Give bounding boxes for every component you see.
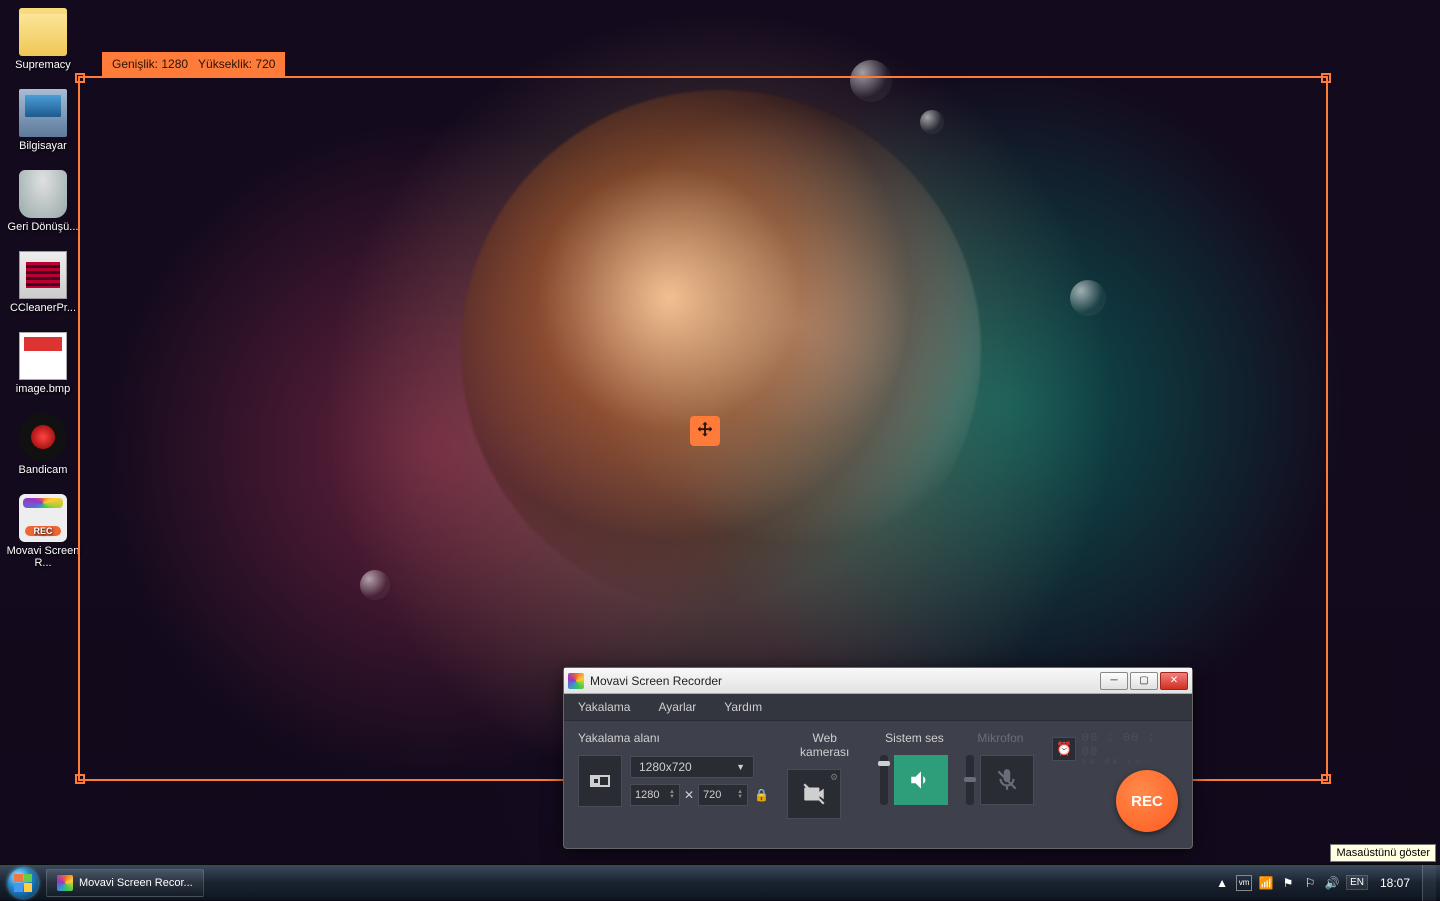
- icon-label: Supremacy: [6, 59, 80, 71]
- system-audio-slider[interactable]: [880, 755, 888, 805]
- icon-label: Movavi Screen R...: [6, 545, 80, 569]
- resize-handle-tr[interactable]: [1321, 73, 1331, 83]
- fullscreen-button[interactable]: [578, 755, 622, 807]
- menu-ayarlar[interactable]: Ayarlar: [658, 700, 696, 714]
- tray-vm-icon[interactable]: vm: [1236, 875, 1252, 891]
- resize-handle-tl[interactable]: [75, 73, 85, 83]
- width-input[interactable]: 1280▲▼: [630, 784, 680, 806]
- move-handle[interactable]: [690, 416, 720, 446]
- dimension-separator: ✕: [684, 788, 694, 802]
- icon-label: Geri Dönüşü...: [6, 221, 80, 233]
- icon-label: CCleanerPr...: [6, 302, 80, 314]
- window-title: Movavi Screen Recorder: [590, 674, 1100, 688]
- width-label: Genişlik: 1280: [112, 57, 188, 71]
- movavi-window: Movavi Screen Recorder ─ ▢ ✕ Yakalama Aya…: [563, 667, 1193, 849]
- system-audio-label: Sistem ses: [880, 731, 948, 745]
- image-bmp-icon: [19, 332, 67, 380]
- language-indicator[interactable]: EN: [1346, 875, 1368, 890]
- computer-icon-icon: [19, 89, 67, 137]
- titlebar[interactable]: Movavi Screen Recorder ─ ▢ ✕: [564, 668, 1192, 694]
- taskbar-clock[interactable]: 18:07: [1374, 876, 1416, 890]
- dropdown-icon: ▼: [736, 762, 745, 772]
- icon-label: image.bmp: [6, 383, 80, 395]
- schedule-button[interactable]: ⏰: [1052, 737, 1075, 761]
- maximize-button[interactable]: ▢: [1130, 672, 1158, 690]
- microphone-toggle[interactable]: [980, 755, 1034, 805]
- bandicam-shortcut[interactable]: Bandicam: [6, 413, 80, 476]
- bandicam-shortcut-icon: [19, 413, 67, 461]
- taskbar-item-label: Movavi Screen Recor...: [79, 877, 193, 889]
- timer-units: sa dk sn: [1082, 757, 1178, 766]
- gear-icon[interactable]: ⚙: [830, 772, 838, 783]
- system-audio-toggle[interactable]: [894, 755, 948, 805]
- webcam-label: Web kamerası: [787, 731, 862, 759]
- tray-security-icon[interactable]: ⚑: [1280, 875, 1296, 891]
- icon-label: Bandicam: [6, 464, 80, 476]
- recycle-bin-icon: [19, 170, 67, 218]
- computer-icon[interactable]: Bilgisayar: [6, 89, 80, 152]
- image-bmp[interactable]: image.bmp: [6, 332, 80, 395]
- capture-area-label: Yakalama alanı: [578, 731, 769, 745]
- movavi-shortcut[interactable]: Movavi Screen R...: [6, 494, 80, 569]
- timer-display: 00 : 00 : 00: [1082, 731, 1178, 759]
- height-label: Yükseklik: 720: [198, 57, 275, 71]
- taskbar-item-movavi[interactable]: Movavi Screen Recor...: [46, 869, 204, 897]
- ccleaner-archive-icon: [19, 251, 67, 299]
- tray-chevron-icon[interactable]: ▲: [1214, 875, 1230, 891]
- height-input[interactable]: 720▲▼: [698, 784, 748, 806]
- icon-label: Bilgisayar: [6, 140, 80, 152]
- aspect-lock-icon[interactable]: 🔒: [754, 788, 769, 802]
- dimension-badge: Genişlik: 1280 Yükseklik: 720: [102, 52, 285, 76]
- preset-value: 1280x720: [639, 760, 692, 774]
- microphone-slider[interactable]: [966, 755, 974, 805]
- folder-supremacy-icon: [19, 8, 67, 56]
- menu-yardım[interactable]: Yardım: [724, 700, 762, 714]
- show-desktop-tooltip: Masaüstünü göster: [1330, 844, 1436, 862]
- taskbar: Movavi Screen Recor... ▲ vm 📶 ⚑ ⚐ 🔊 EN 1…: [0, 864, 1440, 900]
- desktop-icons: Supremacy Bilgisayar Geri Dönüşü... CCleane…: [6, 8, 80, 587]
- resolution-preset-select[interactable]: 1280x720 ▼: [630, 756, 754, 778]
- resize-handle-bl[interactable]: [75, 774, 85, 784]
- movavi-shortcut-icon: [19, 494, 67, 542]
- system-tray: ▲ vm 📶 ⚑ ⚐ 🔊 EN 18:07: [1214, 865, 1438, 901]
- recycle-bin[interactable]: Geri Dönüşü...: [6, 170, 80, 233]
- menu-yakalama[interactable]: Yakalama: [578, 700, 630, 714]
- start-button[interactable]: [2, 865, 44, 901]
- minimize-button[interactable]: ─: [1100, 672, 1128, 690]
- resize-handle-br[interactable]: [1321, 774, 1331, 784]
- folder-supremacy[interactable]: Supremacy: [6, 8, 80, 71]
- ccleaner-archive[interactable]: CCleanerPr...: [6, 251, 80, 314]
- microphone-label: Mikrofon: [966, 731, 1034, 745]
- app-icon: [568, 673, 584, 689]
- show-desktop-button[interactable]: [1422, 865, 1436, 901]
- tray-volume-icon[interactable]: 🔊: [1324, 875, 1340, 891]
- close-button[interactable]: ✕: [1160, 672, 1188, 690]
- webcam-toggle[interactable]: ⚙: [787, 769, 841, 819]
- record-button[interactable]: REC: [1116, 770, 1178, 832]
- tray-network-icon[interactable]: 📶: [1258, 875, 1274, 891]
- app-icon: [57, 875, 73, 891]
- menubar: Yakalama Ayarlar Yardım: [564, 694, 1192, 721]
- tray-action-icon[interactable]: ⚐: [1302, 875, 1318, 891]
